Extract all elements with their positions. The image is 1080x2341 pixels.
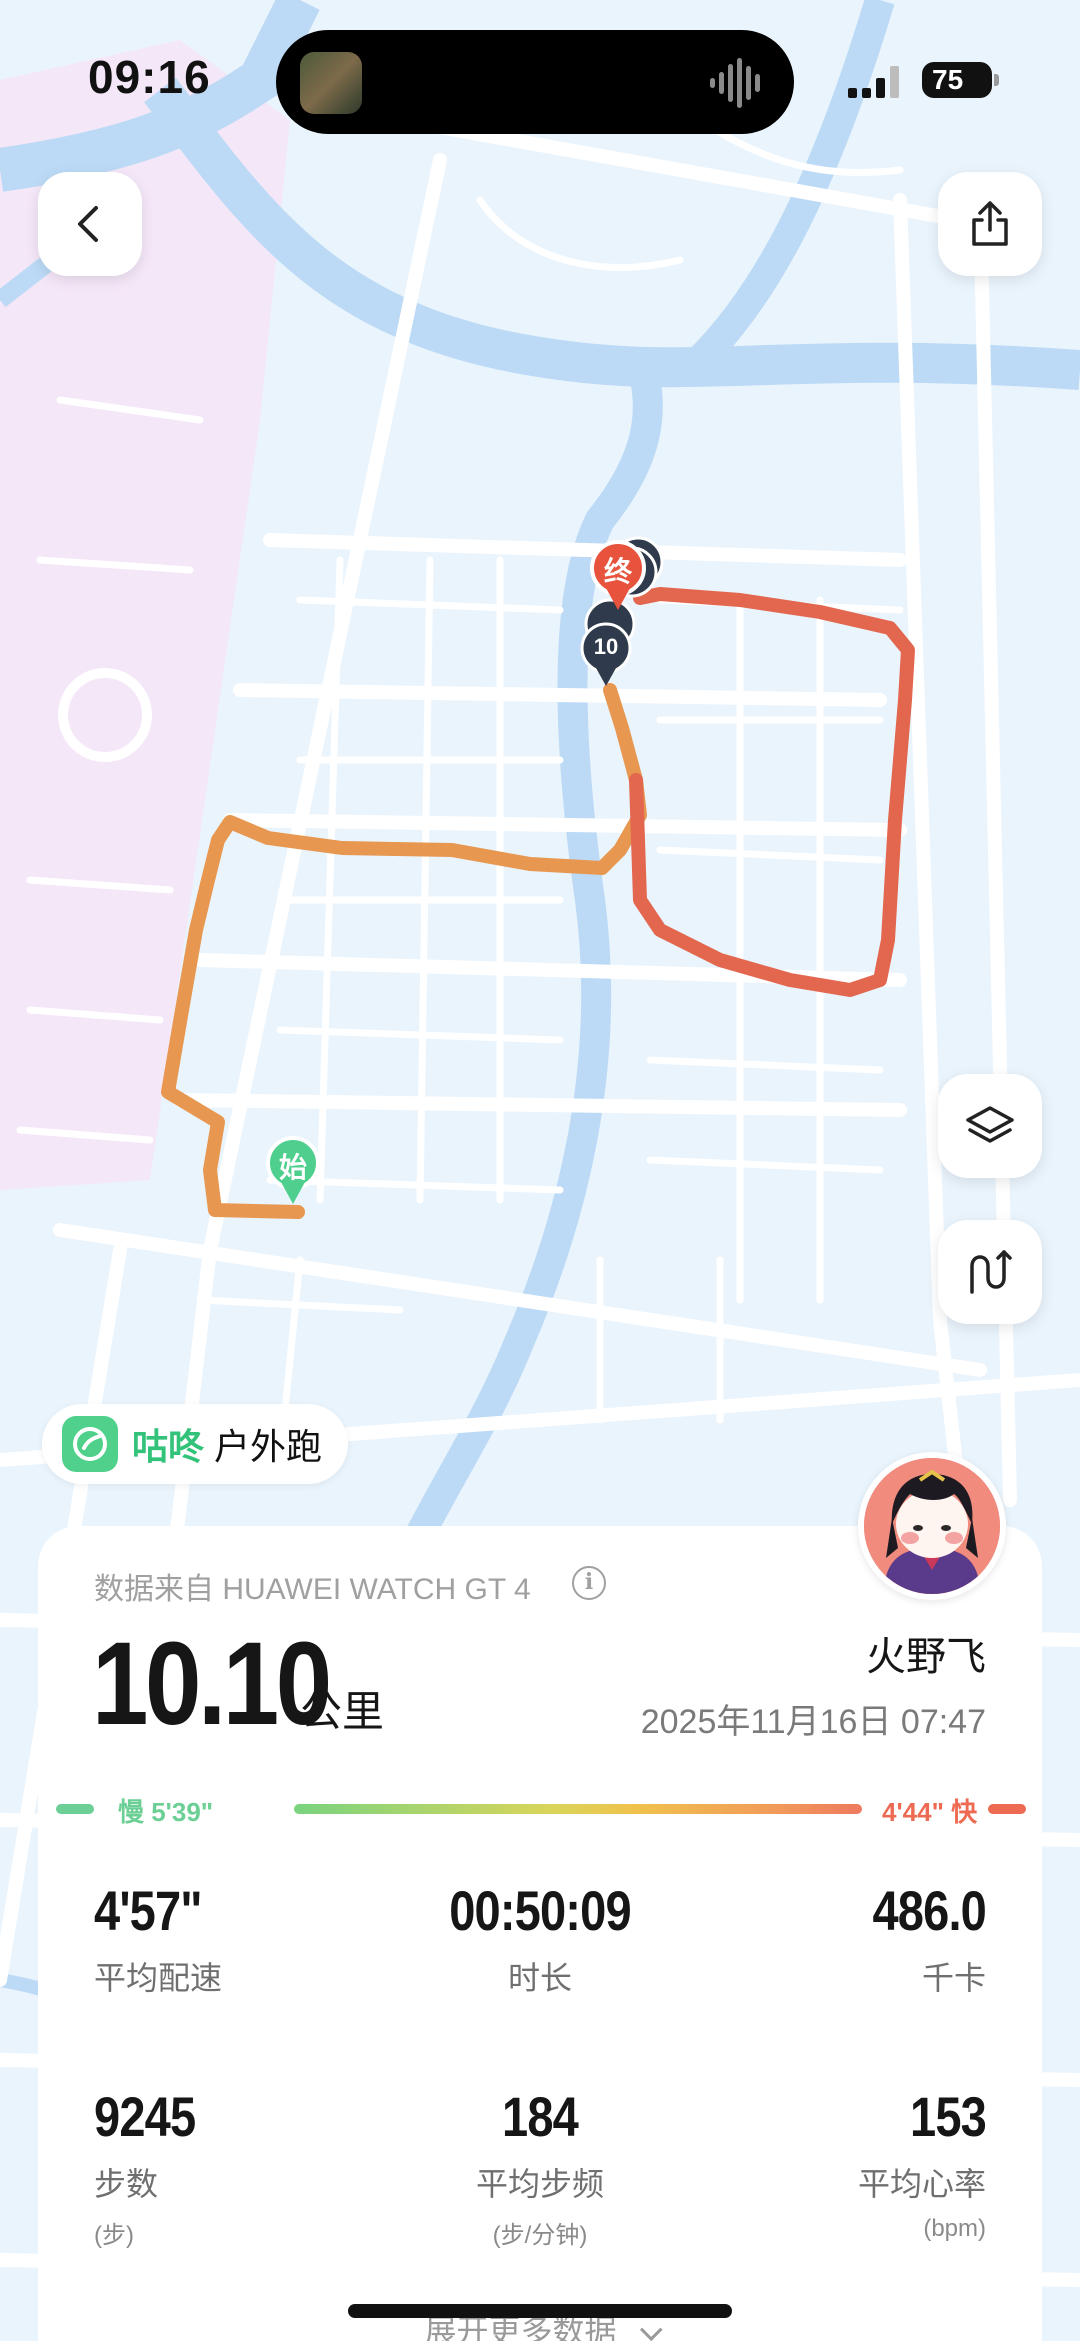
pace-slow-swatch (56, 1804, 94, 1814)
share-button[interactable] (938, 172, 1042, 276)
stat-label: 千卡 (921, 1960, 986, 1996)
user-name[interactable]: 火野飞 (866, 1624, 986, 1682)
distance-value: 10.10 (92, 1618, 332, 1750)
stat-unit: (bpm) (923, 2215, 986, 2242)
signal-icon (848, 66, 899, 98)
stat-label: 平均配速 (94, 1960, 223, 1996)
stat-value: 9245 (94, 2085, 196, 2148)
stat-calories: 486.0 千卡 (686, 1878, 986, 1999)
battery-icon: 75 (922, 62, 999, 98)
avatar[interactable] (858, 1452, 1006, 1600)
stat-value: 4'57" (94, 1879, 203, 1942)
stat-unit: (步/分钟) (492, 2222, 588, 2249)
pace-slow-label: 慢 5'39" (118, 1797, 214, 1827)
stat-label: 时长 (507, 1960, 572, 1996)
stat-avg-pace: 4'57" 平均配速 (94, 1878, 394, 1999)
pace-legend: 慢 5'39" 4'44" 快 (56, 1790, 1026, 1830)
info-icon[interactable]: i (572, 1566, 606, 1600)
stat-heart-rate: 153 平均心率 (bpm) (686, 2084, 987, 2243)
stat-label: 平均心率 (857, 2166, 986, 2202)
app-name: 咕咚 (132, 1426, 205, 1467)
end-marker[interactable]: 终 (590, 540, 646, 618)
home-indicator[interactable] (348, 2304, 732, 2318)
pace-fast-label: 4'44" 快 (882, 1797, 978, 1827)
stat-steps: 9245 步数 (步) (94, 2084, 394, 2250)
workout-datetime: 2025年11月16日 07:47 (640, 1703, 986, 1741)
workout-summary-card: 数据来自 HUAWEI WATCH GT 4 i 10.10 公里 火野飞 20… (38, 1526, 1042, 2341)
data-source: 数据来自 HUAWEI WATCH GT 4 (94, 1573, 531, 1606)
stat-label: 步数 (94, 2166, 159, 2202)
app-badge: 咕咚 户外跑 (42, 1404, 349, 1484)
route-replay-icon (970, 1250, 1012, 1294)
chevron-down-icon (640, 2318, 664, 2341)
now-playing-artwork (300, 52, 362, 114)
share-icon (972, 201, 1008, 246)
start-marker-label: 始 (278, 1152, 307, 1183)
back-icon (78, 206, 98, 242)
activity-type: 户外跑 (214, 1426, 323, 1467)
audio-wave-icon (710, 58, 760, 108)
stat-value: 486.0 (872, 1879, 986, 1942)
status-time: 09:16 (88, 51, 211, 103)
stat-value: 184 (502, 2085, 579, 2148)
back-button[interactable] (38, 172, 142, 276)
start-marker[interactable]: 始 (266, 1136, 320, 1212)
stat-cadence: 184 平均步频 (步/分钟) (390, 2084, 690, 2250)
distance-unit: 公里 (300, 1688, 385, 1735)
route-replay-button[interactable] (938, 1220, 1042, 1324)
stat-value: 153 (910, 2085, 987, 2148)
layers-icon (966, 1106, 1014, 1143)
map-layers-button[interactable] (938, 1074, 1042, 1178)
pace-fast-swatch (988, 1804, 1026, 1814)
pace-gradient-bar (294, 1804, 862, 1814)
end-marker-label: 终 (603, 556, 632, 587)
stat-unit: (步) (94, 2222, 134, 2249)
stat-duration: 00:50:09 时长 (390, 1878, 690, 1999)
app-logo-icon (62, 1416, 118, 1472)
stat-value: 00:50:09 (449, 1879, 631, 1942)
km-marker-label: 10 (593, 634, 619, 659)
dynamic-island[interactable] (276, 30, 794, 134)
stat-label: 平均步频 (475, 2166, 604, 2202)
